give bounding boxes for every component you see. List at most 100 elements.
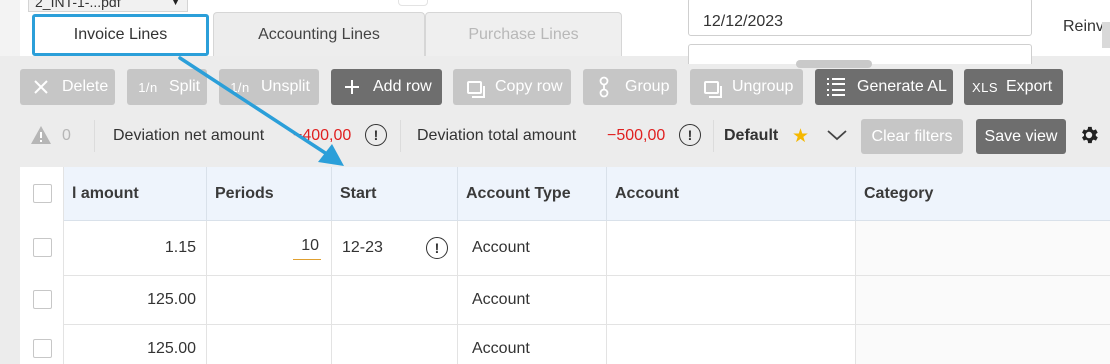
start-cell[interactable]: 12-23 !	[332, 221, 458, 275]
invoice-lines-grid: l amount Periods Start Account Type Acco…	[20, 167, 1110, 364]
category-cell[interactable]	[856, 276, 1110, 324]
ungroup-icon	[698, 77, 724, 98]
start-value: 12-23	[342, 239, 383, 256]
save-view-label: Save view	[984, 127, 1058, 145]
add-row-label: Add row	[373, 78, 432, 95]
copy-row-label: Copy row	[495, 78, 563, 95]
list-icon	[823, 77, 849, 97]
grid-header: l amount Periods Start Account Type Acco…	[20, 167, 1110, 221]
warning-count: 0	[62, 127, 71, 144]
close-icon	[28, 77, 54, 97]
table-row[interactable]: 1.15 10 12-23 ! Account	[64, 221, 1110, 276]
row-checkbox[interactable]	[33, 238, 52, 257]
info-icon[interactable]: !	[679, 124, 701, 146]
info-icon[interactable]: !	[426, 237, 448, 259]
checkbox-column	[20, 167, 64, 364]
side-divider	[1102, 22, 1110, 48]
account-type-cell[interactable]: Account	[458, 325, 607, 364]
tab-label: Purchase Lines	[468, 25, 579, 43]
split-icon: 1/n	[138, 79, 158, 95]
table-row[interactable]: 125.00 Account	[64, 276, 1110, 325]
column-header-account-type[interactable]: Account Type	[458, 167, 607, 221]
tab-invoice-lines[interactable]: Invoice Lines	[32, 14, 209, 56]
unsplit-button[interactable]: 1/n Unsplit	[219, 69, 319, 105]
copy-row-button[interactable]: Copy row	[453, 69, 571, 105]
periods-cell[interactable]	[207, 325, 332, 364]
column-header-account[interactable]: Account	[607, 167, 856, 221]
add-row-button[interactable]: Add row	[331, 69, 442, 105]
category-cell[interactable]	[856, 325, 1110, 364]
left-strip	[0, 0, 20, 56]
divider	[713, 120, 714, 152]
column-header-amount[interactable]: l amount	[64, 167, 207, 221]
amount-cell[interactable]: 125.00	[64, 325, 207, 364]
group-icon	[591, 76, 617, 98]
amount-cell[interactable]: 1.15	[64, 221, 207, 275]
account-type-cell[interactable]: Account	[458, 276, 607, 324]
delete-label: Delete	[62, 78, 109, 95]
start-cell[interactable]	[332, 276, 458, 324]
faint-control	[398, 0, 428, 6]
drag-handle[interactable]	[796, 60, 872, 68]
chevron-down-icon[interactable]	[826, 128, 848, 142]
table-row[interactable]: 125.00 Account	[64, 325, 1110, 364]
row-checkbox[interactable]	[33, 290, 52, 309]
account-type-cell[interactable]: Account	[458, 221, 607, 275]
select-all-checkbox[interactable]	[33, 184, 52, 203]
column-header-category[interactable]: Category	[856, 167, 1110, 221]
periods-input[interactable]: 10	[293, 237, 321, 260]
caret-down-icon: ▼	[170, 0, 181, 8]
view-name[interactable]: Default	[724, 127, 778, 145]
group-label: Group	[625, 78, 670, 95]
export-label: Export	[1006, 78, 1053, 95]
copy-icon	[461, 77, 487, 98]
clear-filters-label: Clear filters	[871, 127, 953, 145]
date-field[interactable]: 12/12/2023	[688, 0, 1032, 36]
file-name: 2_INT-1-...pdf	[35, 0, 121, 10]
delete-button[interactable]: Delete	[20, 69, 115, 105]
periods-cell[interactable]	[207, 276, 332, 324]
row-checkbox[interactable]	[33, 339, 52, 358]
account-cell[interactable]	[607, 276, 856, 324]
split-button[interactable]: 1/n Split	[127, 69, 207, 105]
xls-icon: XLS	[971, 79, 999, 95]
generate-al-button[interactable]: Generate AL	[815, 69, 953, 105]
generate-al-label: Generate AL	[857, 78, 947, 95]
divider	[94, 120, 95, 152]
periods-cell[interactable]: 10	[207, 221, 332, 275]
deviation-net-label: Deviation net amount	[113, 127, 265, 144]
plus-icon	[339, 77, 365, 97]
deviation-total-label: Deviation total amount	[417, 127, 577, 144]
top-area: 2_INT-1-...pdf ▼ Invoice Lines Accountin…	[0, 0, 1110, 64]
export-button[interactable]: XLS Export	[964, 69, 1063, 105]
deviation-total-value: −500,00	[607, 127, 666, 144]
save-view-button[interactable]: Save view	[976, 119, 1066, 154]
unsplit-icon: 1/n	[230, 79, 250, 95]
split-label: Split	[169, 78, 201, 95]
info-icon[interactable]: !	[365, 124, 387, 146]
date-value: 12/12/2023	[703, 13, 784, 30]
unsplit-label: Unsplit	[261, 78, 310, 95]
gear-icon[interactable]	[1078, 124, 1100, 146]
file-selector[interactable]: 2_INT-1-...pdf ▼	[28, 0, 188, 12]
clear-filters-button[interactable]: Clear filters	[861, 119, 963, 154]
account-cell[interactable]	[607, 325, 856, 364]
category-cell[interactable]	[856, 221, 1110, 275]
filter-bar: 0 Deviation net amount −400,00 ! Deviati…	[20, 116, 1110, 156]
tab-label: Accounting Lines	[258, 25, 380, 43]
deviation-net-value: −400,00	[293, 127, 352, 144]
column-header-start[interactable]: Start	[332, 167, 458, 221]
group-button[interactable]: Group	[583, 69, 677, 105]
ungroup-button[interactable]: Ungroup	[690, 69, 803, 105]
tab-label: Invoice Lines	[73, 26, 168, 43]
divider	[400, 120, 401, 152]
tab-purchase-lines: Purchase Lines	[425, 12, 622, 56]
account-cell[interactable]	[607, 221, 856, 275]
warning-icon	[31, 126, 51, 144]
ungroup-label: Ungroup	[732, 78, 794, 95]
tab-accounting-lines[interactable]: Accounting Lines	[213, 12, 425, 56]
column-header-periods[interactable]: Periods	[207, 167, 332, 221]
amount-cell[interactable]: 125.00	[64, 276, 207, 324]
star-icon[interactable]: ★	[792, 125, 809, 148]
start-cell[interactable]	[332, 325, 458, 364]
